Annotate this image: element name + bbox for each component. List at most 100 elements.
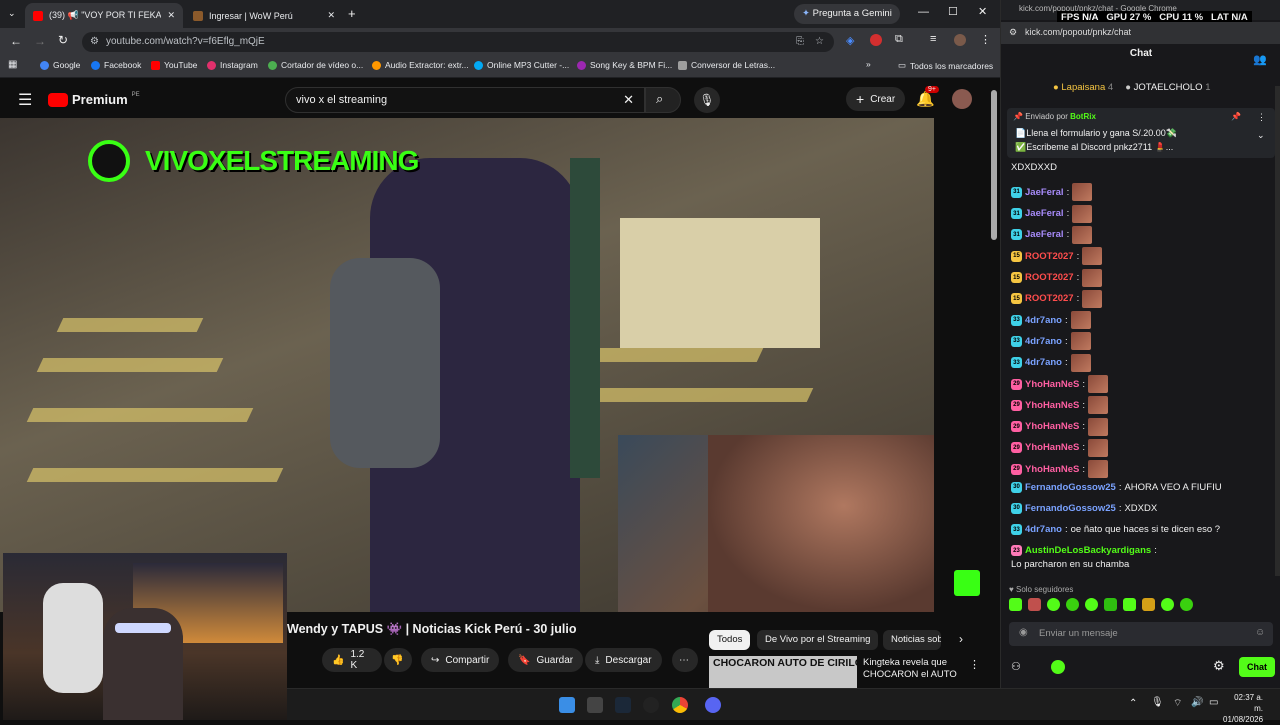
emote-icon[interactable] bbox=[1085, 598, 1098, 611]
page-scrollbar[interactable] bbox=[988, 86, 1000, 686]
emote-icon[interactable] bbox=[1161, 598, 1174, 611]
chat-message[interactable]: 15 ROOT2027: bbox=[1011, 268, 1103, 287]
profile-avatar[interactable] bbox=[954, 34, 966, 46]
chat-message[interactable]: 15 ROOT2027: bbox=[1011, 289, 1103, 308]
scrollbar-thumb[interactable] bbox=[991, 90, 997, 240]
gifter-2[interactable]: ● JOTAELCHOLO 1 bbox=[1125, 82, 1210, 93]
battery-icon[interactable]: ▭ bbox=[1209, 697, 1218, 708]
more-actions-button[interactable]: ⋯ bbox=[672, 648, 698, 672]
dislike-button[interactable]: 👎 bbox=[384, 648, 412, 672]
chat-username[interactable]: 4dr7ano bbox=[1025, 524, 1062, 535]
chat-username[interactable]: 4dr7ano bbox=[1025, 357, 1062, 368]
chat-username[interactable]: JaeFeral bbox=[1025, 229, 1064, 240]
youtube-logo[interactable]: Premium PE bbox=[48, 92, 140, 107]
emote-icon[interactable] bbox=[1028, 598, 1041, 611]
chat-message-input[interactable]: ◉ Enviar un mensaje ☺ bbox=[1009, 622, 1273, 646]
chat-username[interactable]: YhoHanNeS bbox=[1025, 442, 1079, 453]
chat-message[interactable]: 31 JaeFeral: bbox=[1011, 225, 1093, 244]
avatar[interactable] bbox=[952, 89, 972, 109]
bookmark-cortador[interactable]: Cortador de vídeo o... bbox=[268, 60, 363, 70]
tray-chevron-icon[interactable]: ⌃ bbox=[1129, 698, 1137, 709]
bookmark-google[interactable]: Google bbox=[40, 60, 80, 70]
close-icon[interactable]: ✕ bbox=[327, 10, 335, 21]
recommended-thumbnail[interactable]: CHOCARON AUTO DE CIRILO bbox=[709, 656, 857, 688]
emoji-picker-icon[interactable]: ☺ bbox=[1255, 627, 1265, 638]
forward-icon[interactable]: → bbox=[34, 34, 46, 48]
gemini-button[interactable]: ✦ Pregunta a Gemini bbox=[794, 4, 900, 24]
windows-start-icon[interactable] bbox=[559, 697, 575, 713]
more-bookmarks-icon[interactable]: » bbox=[866, 59, 871, 69]
discord-icon[interactable] bbox=[705, 697, 721, 713]
bookmark-star-icon[interactable]: ☆ bbox=[815, 32, 824, 52]
recommended-menu-icon[interactable]: ⋮ bbox=[969, 658, 980, 671]
bookmark-conversor[interactable]: Conversor de Letras... bbox=[678, 60, 775, 70]
chat-scrollbar[interactable] bbox=[1275, 86, 1280, 576]
emote-icon[interactable] bbox=[1009, 598, 1022, 611]
maximize-icon[interactable]: ☐ bbox=[948, 5, 958, 18]
chat-message[interactable]: 30 FernandoGossow25: AHORA VEO A FIUFIU bbox=[1011, 481, 1222, 493]
chat-message[interactable]: 29 YhoHanNeS: bbox=[1011, 396, 1109, 415]
tab-youtube[interactable]: (39) 📢 "VOY POR TI FEKA" ✕ bbox=[25, 3, 183, 28]
chat-username[interactable]: YhoHanNeS bbox=[1025, 464, 1079, 475]
chat-username[interactable]: YhoHanNeS bbox=[1025, 400, 1079, 411]
chat-message[interactable]: 29 YhoHanNeS: bbox=[1011, 438, 1109, 457]
kick-url-bar[interactable]: ⚙ kick.com/popout/pnkz/chat bbox=[1001, 22, 1280, 44]
chat-message[interactable]: 33 4dr7ano: bbox=[1011, 353, 1091, 372]
chip-todos[interactable]: Todos bbox=[709, 630, 751, 650]
chip-de-vivo[interactable]: De Vivo por el Streaming bbox=[757, 630, 879, 650]
chat-username[interactable]: YhoHanNeS bbox=[1025, 421, 1079, 432]
chat-username[interactable]: FernandoGossow25 bbox=[1025, 503, 1116, 514]
bookmark-song-key[interactable]: Song Key & BPM Fi... bbox=[577, 60, 672, 70]
reload-icon[interactable]: ↻ bbox=[58, 33, 68, 47]
volume-icon[interactable]: 🔊 bbox=[1191, 697, 1203, 708]
chat-message[interactable]: 33 4dr7ano: bbox=[1011, 332, 1091, 351]
extensions-puzzle-icon[interactable]: ⧉ bbox=[895, 33, 903, 46]
chat-username[interactable]: 4dr7ano bbox=[1025, 315, 1062, 326]
chat-message[interactable]: 33 4dr7ano: oe ñato que haces si te dicen … bbox=[1011, 524, 1220, 536]
clear-search-icon[interactable]: ✕ bbox=[623, 88, 634, 112]
extension-red-icon[interactable] bbox=[870, 34, 882, 46]
task-view-icon[interactable] bbox=[587, 697, 603, 713]
send-chat-button[interactable]: Chat bbox=[1239, 657, 1275, 677]
steam-icon[interactable] bbox=[615, 697, 631, 713]
like-button[interactable]: 👍 1.2 K bbox=[322, 648, 382, 672]
settings-gear-icon[interactable]: ⚙ bbox=[1213, 658, 1225, 674]
notifications-button[interactable]: 🔔 9+ bbox=[916, 86, 939, 108]
apps-grid-icon[interactable]: ▦ bbox=[8, 59, 17, 70]
emote-icon[interactable] bbox=[1047, 598, 1060, 611]
obs-icon[interactable] bbox=[643, 697, 659, 713]
tab-wow[interactable]: Ingresar | WoW Perú ✕ bbox=[185, 3, 343, 28]
create-button[interactable]: + Crear bbox=[846, 87, 906, 111]
emote-icon[interactable] bbox=[1066, 598, 1079, 611]
voice-search-button[interactable]: 🎙 bbox=[694, 87, 720, 113]
wifi-icon[interactable]: ⌔ bbox=[1173, 697, 1182, 710]
close-window-icon[interactable]: ✕ bbox=[978, 5, 987, 18]
save-button[interactable]: 🔖 Guardar bbox=[508, 648, 584, 672]
search-button[interactable]: ⌕ bbox=[645, 87, 681, 113]
chat-username[interactable]: YhoHanNeS bbox=[1025, 379, 1079, 390]
media-control-icon[interactable]: ≡ bbox=[930, 33, 936, 45]
chat-username[interactable]: ROOT2027 bbox=[1025, 272, 1074, 283]
menu-kebab-icon[interactable]: ⋮ bbox=[980, 33, 991, 46]
chrome-icon[interactable] bbox=[672, 697, 688, 713]
pinned-menu-icon[interactable]: ⋮ bbox=[1257, 112, 1266, 123]
install-icon[interactable]: ⎘ bbox=[796, 32, 804, 52]
chat-message[interactable]: 29 YhoHanNeS: bbox=[1011, 417, 1109, 436]
back-icon[interactable]: ← bbox=[10, 34, 22, 48]
chat-username[interactable]: ROOT2027 bbox=[1025, 293, 1074, 304]
download-button[interactable]: ⤓ Descargar bbox=[585, 648, 662, 672]
clock[interactable]: 02:37 a. m. 01/08/2026 bbox=[1223, 692, 1263, 725]
bookmark-youtube[interactable]: YouTube bbox=[151, 60, 197, 70]
chat-message[interactable]: 15 ROOT2027: bbox=[1011, 247, 1103, 266]
extension-icon[interactable]: ◈ bbox=[846, 34, 854, 47]
chat-message[interactable]: 29 YhoHanNeS: bbox=[1011, 375, 1109, 393]
emote-icon[interactable] bbox=[1104, 598, 1117, 611]
chat-username[interactable]: AustinDeLosBackyardigans bbox=[1025, 545, 1151, 556]
chat-username[interactable]: FernandoGossow25 bbox=[1025, 482, 1116, 493]
chat-message[interactable]: 33 4dr7ano: bbox=[1011, 311, 1091, 330]
chat-message[interactable]: 31 JaeFeral: bbox=[1011, 183, 1093, 202]
chat-username[interactable]: JaeFeral bbox=[1025, 208, 1064, 219]
gifter-1[interactable]: ● Lapaisana 4 bbox=[1053, 82, 1113, 93]
users-icon[interactable]: 👥 bbox=[1253, 53, 1267, 66]
bookmark-mp3-cutter[interactable]: Online MP3 Cutter -... bbox=[474, 60, 569, 70]
